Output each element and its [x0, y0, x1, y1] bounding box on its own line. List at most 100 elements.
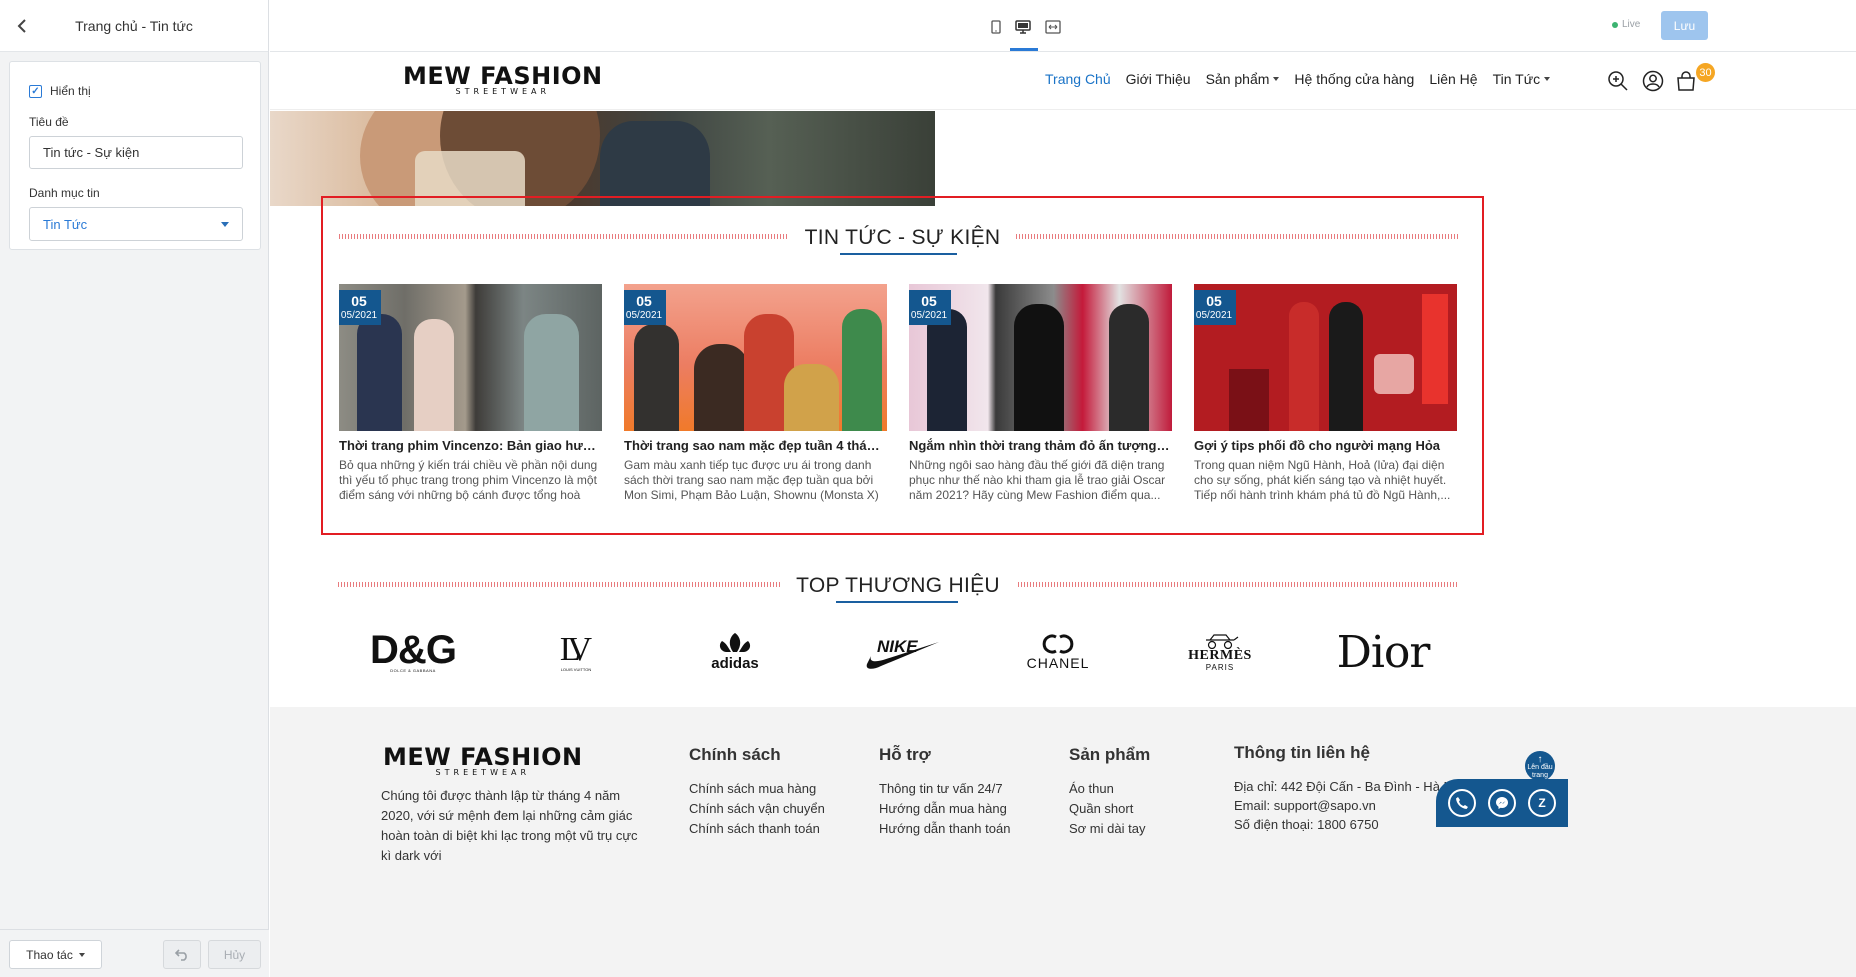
site-preview: MEW FASHION STREETWEAR Trang Chủ Giới Th… [270, 52, 1856, 977]
brand-name: adidas [711, 655, 759, 672]
messenger-icon[interactable] [1488, 789, 1516, 817]
nav-about[interactable]: Giới Thiệu [1126, 71, 1191, 87]
chevron-down-icon [221, 221, 229, 227]
panel-footer: Thao tác Hủy [0, 929, 269, 977]
search-icon[interactable] [1606, 69, 1630, 93]
phone-icon[interactable] [1448, 789, 1476, 817]
save-button[interactable]: Lưu [1661, 11, 1708, 40]
checkbox-checked-icon[interactable]: ✓ [29, 84, 42, 98]
date-month: 05/2021 [910, 310, 948, 321]
footer-link[interactable]: Hướng dẫn mua hàng [879, 799, 1010, 819]
logo-subtext: STREETWEAR [455, 87, 551, 96]
news-card[interactable]: 05 05/2021 Thời trang sao nam mặc đẹp tu… [624, 284, 887, 503]
nav-products[interactable]: Sản phẩm [1206, 71, 1280, 87]
brand-name: Dior [1336, 626, 1431, 678]
user-icon[interactable] [1641, 69, 1665, 93]
date-badge: 05 05/2021 [339, 290, 381, 325]
brand-adidas-logo[interactable]: adidas [710, 630, 760, 674]
footer-contact-column: Thông tin liên hệ Địa chỉ: 442 Đội Cấn -… [1234, 743, 1463, 834]
date-month: 05/2021 [1195, 310, 1233, 321]
brand-lv-logo[interactable]: LV LOUIS VUITTON [548, 630, 604, 674]
news-image[interactable]: 05 05/2021 [339, 284, 602, 431]
editor-panel: Trang chủ - Tin tức ✓ Hiển thị Tiêu đề T… [0, 0, 269, 977]
news-image[interactable]: 05 05/2021 [1194, 284, 1457, 431]
show-toggle[interactable]: ✓ Hiển thị [29, 84, 241, 98]
footer-support-column: Hỗ trợ Thông tin tư vấn 24/7 Hướng dẫn m… [879, 745, 1010, 839]
footer-link[interactable]: Thông tin tư vấn 24/7 [879, 779, 1010, 799]
brand-dg-logo[interactable]: D&G DOLCE & GABBANA [368, 630, 458, 674]
news-image[interactable]: 05 05/2021 [624, 284, 887, 431]
news-title-wrap: TIN TỨC - SỰ KIỆN [323, 226, 1482, 250]
news-title[interactable]: Thời trang sao nam mặc đẹp tuần 4 tháng.… [624, 438, 887, 453]
cart-icon[interactable] [1674, 69, 1698, 93]
footer-link[interactable]: Chính sách vận chuyển [689, 799, 825, 819]
back-icon[interactable] [12, 16, 32, 36]
news-desc: Bỏ qua những ý kiến trái chiều về phần n… [339, 458, 598, 502]
hermes-carriage-icon [1206, 633, 1239, 649]
cancel-button[interactable]: Hủy [208, 940, 261, 969]
category-value: Tin Tức [43, 216, 88, 232]
chanel-cc-icon [1042, 634, 1074, 654]
panel-title: Trang chủ - Tin tức [75, 17, 193, 34]
date-badge: 05 05/2021 [624, 290, 666, 325]
news-image[interactable]: 05 05/2021 [909, 284, 1172, 431]
contact-phone[interactable]: Số điện thoại: 1800 6750 [1234, 815, 1463, 834]
nav-stores[interactable]: Hệ thống cửa hàng [1294, 71, 1414, 87]
back-to-top-label: Lên đầu trang [1527, 764, 1553, 779]
site-logo[interactable]: MEW FASHION STREETWEAR [403, 64, 603, 96]
date-day: 05 [636, 293, 652, 309]
date-month: 05/2021 [625, 310, 663, 321]
brand-dior-logo[interactable]: Dior [1333, 627, 1433, 678]
fullwidth-view-icon[interactable] [1042, 16, 1064, 38]
footer-link[interactable]: Quần short [1069, 799, 1150, 819]
svg-text:NIKE: NIKE [877, 637, 918, 656]
date-month: 05/2021 [340, 310, 378, 321]
category-label: Danh mục tin [29, 186, 100, 200]
caret-down-icon [1273, 77, 1280, 81]
panel-header: Trang chủ - Tin tức [0, 0, 268, 52]
news-section[interactable]: TIN TỨC - SỰ KIỆN 05 05/2021 Thời trang … [321, 196, 1484, 535]
news-desc: Những ngôi sao hàng đầu thế giới đã diện… [909, 458, 1166, 502]
date-day: 05 [921, 293, 937, 309]
live-dot-icon [1612, 21, 1618, 28]
mobile-view-icon[interactable] [985, 16, 1007, 38]
desktop-view-icon[interactable] [1012, 16, 1034, 38]
footer-link[interactable]: Chính sách mua hàng [689, 779, 825, 799]
news-title[interactable]: Thời trang phim Vincenzo: Bản giao hưởng… [339, 438, 602, 453]
news-card[interactable]: 05 05/2021 Thời trang phim Vincenzo: Bản… [339, 284, 602, 503]
news-title[interactable]: Gợi ý tips phối đồ cho người mạng Hỏa [1194, 438, 1457, 453]
hero-banner-image [270, 111, 935, 206]
actions-dropdown-button[interactable]: Thao tác [9, 940, 102, 969]
nav-news[interactable]: Tin Tức [1493, 71, 1551, 87]
brand-hermes-logo[interactable]: HERMÈS PARIS [1184, 630, 1256, 674]
date-badge: 05 05/2021 [1194, 290, 1236, 325]
undo-button[interactable] [163, 940, 201, 969]
zalo-icon[interactable]: Z [1528, 789, 1556, 817]
category-select[interactable]: Tin Tức [29, 207, 243, 241]
footer-logo[interactable]: MEW FASHION STREETWEAR [383, 745, 583, 777]
contact-email[interactable]: Email: support@sapo.vn [1234, 796, 1463, 815]
nav-home[interactable]: Trang Chủ [1045, 71, 1111, 87]
news-title[interactable]: Ngắm nhìn thời trang thảm đỏ ấn tượng tạ… [909, 438, 1172, 453]
footer-link[interactable]: Hướng dẫn thanh toán [879, 819, 1010, 839]
title-field-label: Tiêu đề [29, 115, 69, 129]
news-card[interactable]: 05 05/2021 Ngắm nhìn thời trang thảm đỏ … [909, 284, 1172, 503]
brands-section: TOP THƯƠNG HIỆU D&G DOLCE & GABBANA LV L… [338, 572, 1458, 678]
main-nav: Trang Chủ Giới Thiệu Sản phẩm Hệ thống c… [1045, 71, 1551, 87]
settings-card: ✓ Hiển thị Tiêu đề Tin tức - Sự kiện Dan… [9, 61, 261, 250]
news-card[interactable]: 05 05/2021 Gợi ý tips phối đồ cho người … [1194, 284, 1457, 503]
brand-name: CHANEL [1026, 655, 1090, 671]
title-input[interactable]: Tin tức - Sự kiện [29, 136, 243, 169]
brand-chanel-logo[interactable]: CHANEL [1026, 630, 1090, 674]
nav-contact[interactable]: Liên Hệ [1429, 71, 1477, 87]
date-day: 05 [351, 293, 367, 309]
back-to-top-button[interactable]: ↑ Lên đầu trang [1525, 751, 1555, 781]
footer-link[interactable]: Chính sách thanh toán [689, 819, 825, 839]
footer-link[interactable]: Sơ mi dài tay [1069, 819, 1150, 839]
footer-link[interactable]: Áo thun [1069, 779, 1150, 799]
live-label: Live [1622, 19, 1641, 30]
cart-count-badge: 30 [1696, 63, 1715, 82]
undo-icon [175, 948, 187, 961]
nav-label: Tin Tức [1492, 71, 1541, 87]
brand-nike-logo[interactable]: NIKE [863, 630, 943, 674]
